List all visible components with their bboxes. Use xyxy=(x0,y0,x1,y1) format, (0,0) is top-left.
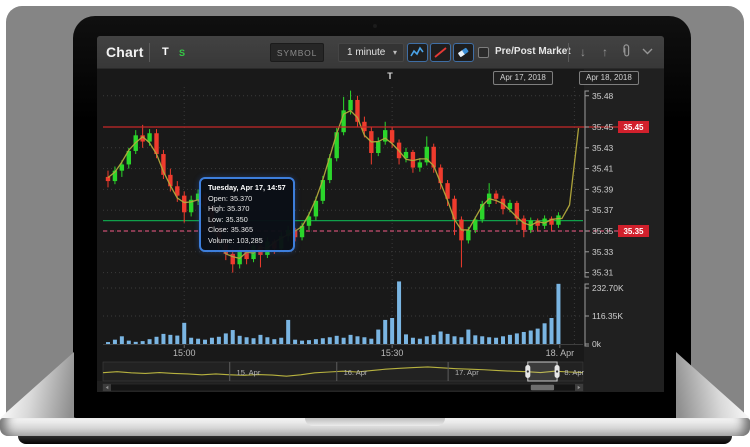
candle xyxy=(147,133,151,141)
interval-value: 1 minute xyxy=(347,47,385,58)
download-icon[interactable]: ↓ xyxy=(575,44,591,60)
scrollbar-thumb[interactable] xyxy=(531,385,554,390)
date-to-chip[interactable]: Apr 18, 2018 xyxy=(579,71,639,85)
tooltip-high: High: 35.370 xyxy=(208,204,286,215)
navigator-selection[interactable] xyxy=(528,362,557,381)
toolbar: Chart T S 1 minute ▾ xyxy=(97,36,664,69)
divider xyxy=(149,43,150,62)
candle xyxy=(348,100,352,110)
laptop-shadow xyxy=(18,436,732,444)
svg-text:35.39: 35.39 xyxy=(592,184,614,194)
ticker-status-badge: S xyxy=(179,48,185,58)
ohlc-tooltip: Tuesday, Apr 17, 14:57 Open: 35.370 High… xyxy=(199,177,295,252)
trendline-tool-button[interactable] xyxy=(430,43,451,62)
svg-text:15:00: 15:00 xyxy=(173,348,196,358)
svg-text:232.70K: 232.70K xyxy=(592,283,624,293)
svg-text:35.43: 35.43 xyxy=(592,143,614,153)
svg-text:35.45: 35.45 xyxy=(592,122,614,132)
interval-dropdown[interactable]: 1 minute ▾ xyxy=(338,43,404,62)
candle xyxy=(390,130,394,142)
indicator-tool-button[interactable] xyxy=(407,43,428,62)
tooltip-date: Tuesday, Apr 17, 14:57 xyxy=(208,183,286,194)
svg-text:15:30: 15:30 xyxy=(381,348,404,358)
candle xyxy=(466,230,470,240)
tooltip-open: Open: 35.370 xyxy=(208,194,286,205)
link-icon[interactable] xyxy=(618,44,634,60)
prepost-market-label: Pre/Post Market xyxy=(495,46,571,57)
candle xyxy=(494,194,498,199)
eraser-icon xyxy=(456,46,471,59)
svg-text:35.35: 35.35 xyxy=(592,226,614,236)
chart-canvas[interactable]: 35.48 35.45 35.43 35.41 35.39 35.37 35.35 35.33… xyxy=(97,69,664,392)
chevron-down-icon[interactable] xyxy=(639,44,655,60)
svg-text:116.35K: 116.35K xyxy=(592,311,623,321)
tooltip-close: Close: 35.365 xyxy=(208,225,286,236)
ticker-symbol: T xyxy=(162,46,169,58)
candle xyxy=(418,162,422,167)
price-axis: 35.48 35.45 35.43 35.41 35.39 35.37 35.35 35.33… xyxy=(585,91,649,278)
app-title: Chart xyxy=(106,44,144,60)
line-chart-icon xyxy=(410,46,425,59)
webcam-icon xyxy=(373,24,377,28)
svg-text:17. Apr: 17. Apr xyxy=(455,368,479,377)
divider xyxy=(568,43,569,62)
volume-axis: 232.70K 116.35K 0k xyxy=(585,283,624,349)
svg-text:16. Apr: 16. Apr xyxy=(344,368,368,377)
prepost-market-checkbox[interactable] xyxy=(478,47,489,58)
candle xyxy=(182,196,186,213)
tooltip-low: Low: 35.350 xyxy=(208,215,286,226)
svg-text:35.48: 35.48 xyxy=(592,91,614,101)
svg-text:35.31: 35.31 xyxy=(592,268,614,278)
laptop-base-notch xyxy=(305,418,445,426)
svg-text:18. Apr: 18. Apr xyxy=(546,348,575,358)
svg-text:35.37: 35.37 xyxy=(592,205,614,215)
eraser-tool-button[interactable] xyxy=(453,43,474,62)
trendline-icon xyxy=(433,46,448,59)
upload-icon[interactable]: ↑ xyxy=(597,44,613,60)
chart-symbol-title: T xyxy=(373,71,407,81)
date-from-chip[interactable]: Apr 17, 2018 xyxy=(493,71,553,85)
svg-text:35.33: 35.33 xyxy=(592,247,614,257)
svg-text:0k: 0k xyxy=(592,339,602,349)
svg-text:35.41: 35.41 xyxy=(592,164,614,174)
tooltip-volume: Volume: 103,285 xyxy=(208,236,286,247)
svg-text:15. Apr: 15. Apr xyxy=(237,368,261,377)
chart-app-window: Chart T S 1 minute ▾ xyxy=(97,36,664,392)
candle xyxy=(334,132,338,158)
svg-text:35.35: 35.35 xyxy=(623,227,644,236)
symbol-input[interactable] xyxy=(270,43,324,62)
laptop-mockup: Chart T S 1 minute ▾ xyxy=(0,0,750,447)
candle xyxy=(556,215,560,224)
navigator[interactable]: 15. Apr 16. Apr 17. Apr 8. Apr xyxy=(103,362,584,381)
candle xyxy=(376,142,380,153)
svg-text:35.45: 35.45 xyxy=(623,123,644,132)
scrollbar[interactable] xyxy=(103,384,583,391)
chart-area: 35.48 35.45 35.43 35.41 35.39 35.37 35.35 35.33… xyxy=(97,69,664,392)
svg-text:8. Apr: 8. Apr xyxy=(564,368,584,377)
chevron-down-icon: ▾ xyxy=(393,44,397,61)
